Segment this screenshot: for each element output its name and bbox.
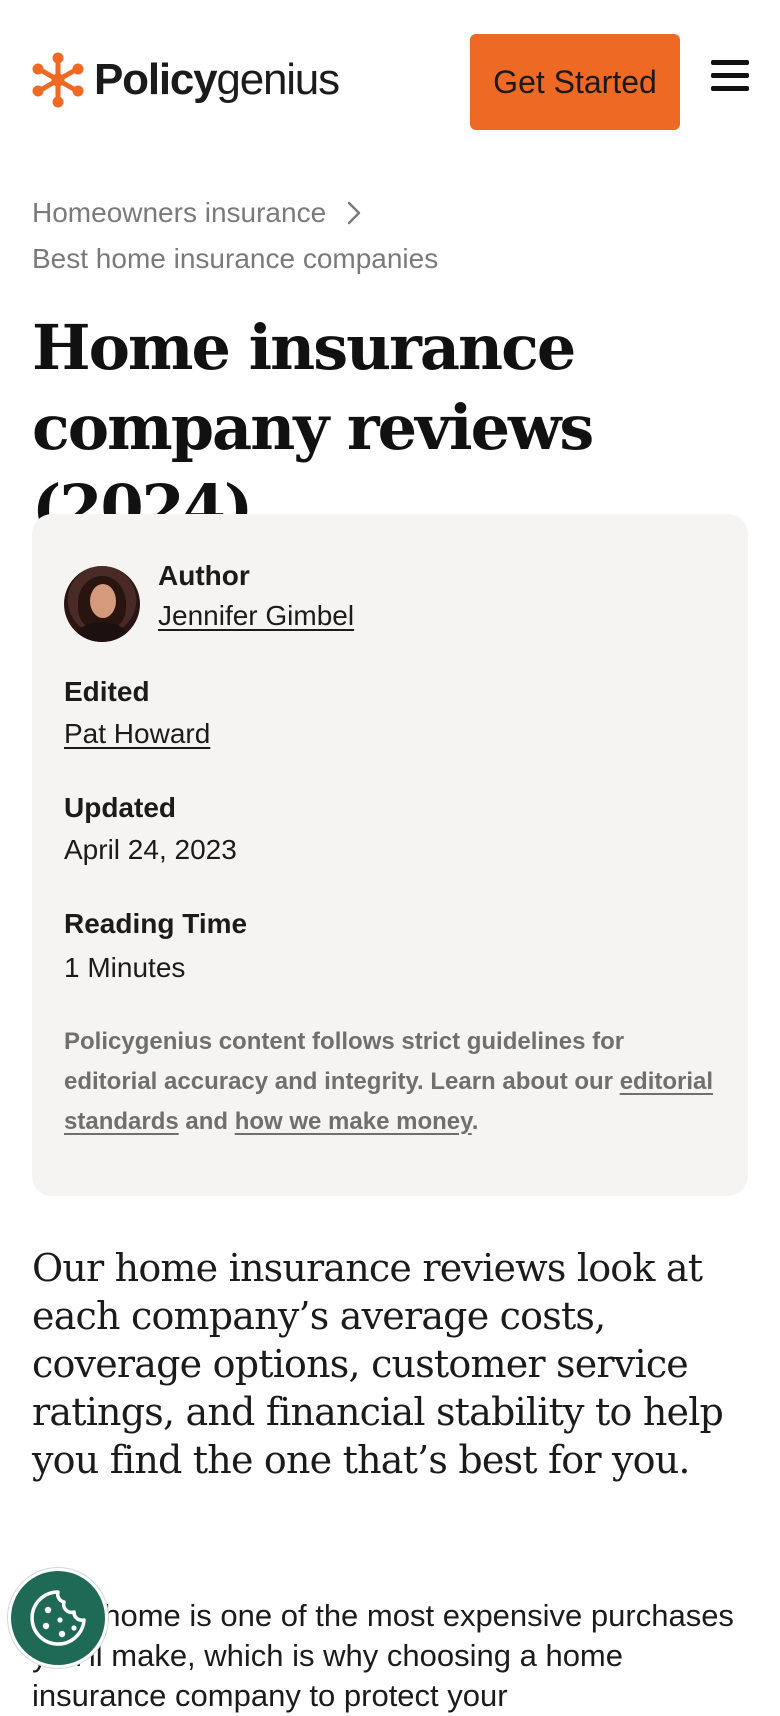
page-title: Home insurance company reviews (2024) xyxy=(32,311,594,544)
author-name-link[interactable]: Jennifer Gimbel xyxy=(158,596,354,636)
author-avatar xyxy=(64,566,140,642)
breadcrumb-item-homeowners-insurance[interactable]: Homeowners insurance xyxy=(32,190,326,236)
article-body-paragraph: Your home is one of the most expensive p… xyxy=(32,1598,734,1713)
logo-mark-icon xyxy=(32,52,84,108)
editorial-disclaimer: Policygenius content follows strict guid… xyxy=(64,1028,714,1135)
updated-label: Updated xyxy=(64,792,176,823)
get-started-button[interactable]: Get Started xyxy=(470,34,680,130)
reading-time-label: Reading Time xyxy=(64,908,248,939)
reading-time-value: 1 Minutes xyxy=(64,952,186,983)
breadcrumb-item-best-home-insurance[interactable]: Best home insurance companies xyxy=(32,236,438,282)
policygenius-logo[interactable]: Policygenius xyxy=(32,52,340,108)
breadcrumb: Homeowners insurance Best home insurance… xyxy=(32,190,732,282)
chevron-right-icon xyxy=(347,201,361,225)
updated-date: April 24, 2023 xyxy=(64,834,237,865)
cookie-settings-button[interactable] xyxy=(8,1568,108,1668)
site-header: Policygenius Get Started xyxy=(0,0,780,162)
logo-wordmark: Policygenius xyxy=(94,55,340,104)
how-we-make-money-link[interactable]: how we make money xyxy=(235,1108,472,1135)
author-card: Author Jennifer Gimbel Edited Pat Howard… xyxy=(32,514,748,1196)
edited-label: Edited xyxy=(64,676,150,707)
cookie-icon xyxy=(30,1590,86,1646)
author-label: Author xyxy=(158,560,250,591)
editor-name-link[interactable]: Pat Howard xyxy=(64,714,210,754)
article-intro: Our home insurance reviews look at each … xyxy=(32,1246,724,1482)
hamburger-menu-icon[interactable] xyxy=(711,60,749,98)
